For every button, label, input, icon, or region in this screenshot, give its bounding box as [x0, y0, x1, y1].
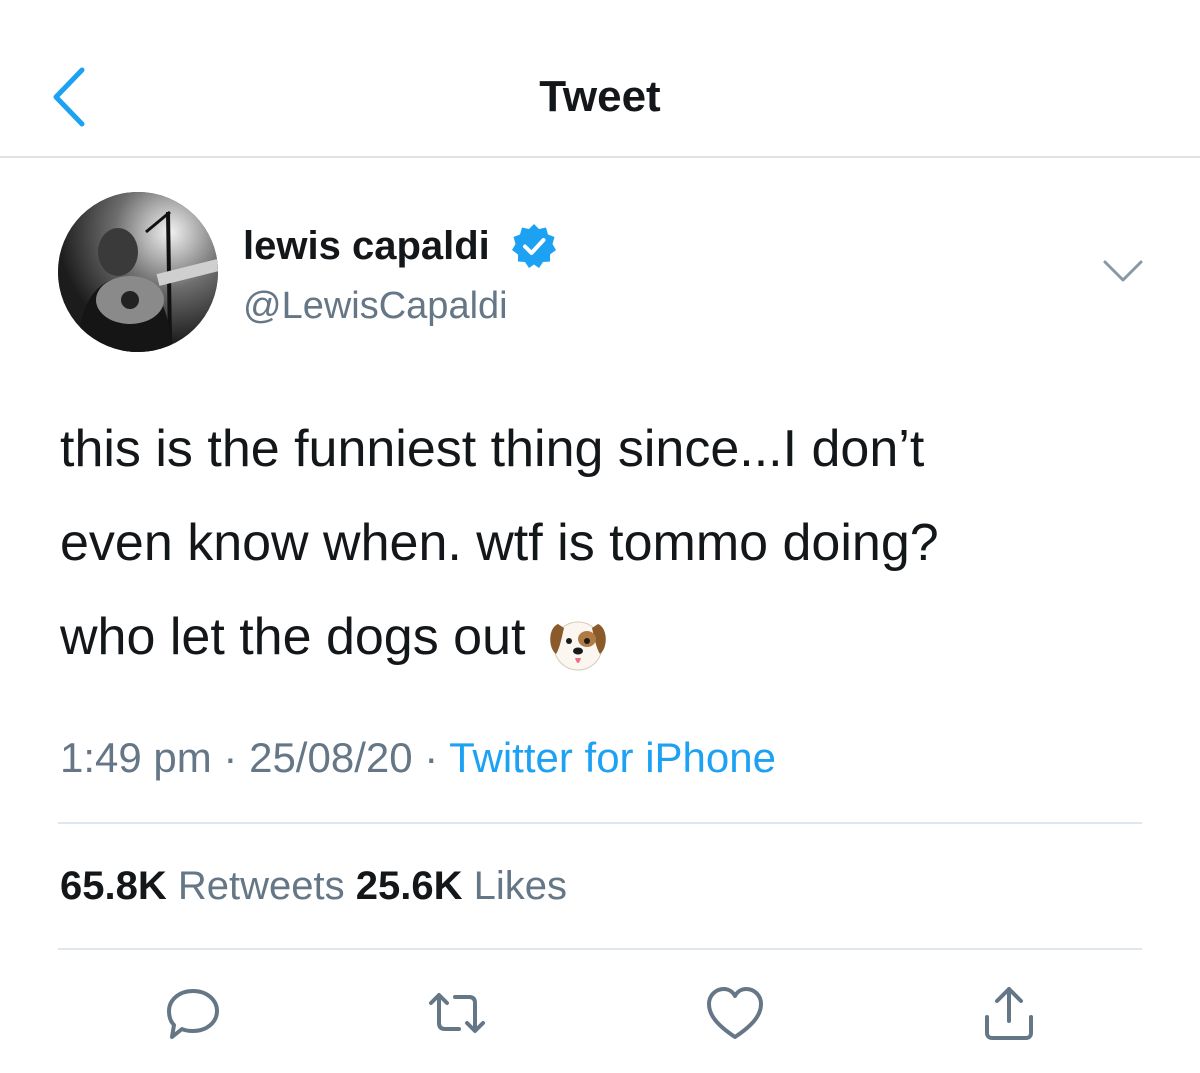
author-block[interactable]: lewis capaldi @LewisCapaldi	[243, 222, 558, 330]
divider	[58, 822, 1142, 824]
share-icon	[977, 981, 1041, 1050]
tweet-metadata: 1:49 pm · 25/08/20 · Twitter for iPhone	[60, 734, 776, 782]
top-navigation-bar: Tweet	[0, 0, 1200, 158]
dog-face-emoji-icon	[546, 610, 610, 671]
tweet-time: 1:49 pm	[60, 734, 212, 781]
divider	[58, 948, 1142, 950]
tweet-source-link[interactable]: Twitter for iPhone	[449, 734, 776, 781]
engagement-stats: 65.8K Retweets 25.6K Likes	[60, 864, 567, 909]
retweets-label: Retweets	[177, 864, 345, 908]
likes-count: 25.6K	[355, 864, 463, 908]
meta-separator: ·	[412, 734, 450, 781]
tweet-date: 25/08/20	[249, 734, 413, 781]
author-display-name[interactable]: lewis capaldi	[243, 222, 558, 270]
like-button[interactable]	[700, 980, 770, 1050]
avatar-photo	[58, 192, 218, 352]
meta-separator: ·	[211, 734, 250, 781]
tweet-text: this is the funniest thing since...I don…	[60, 402, 1160, 684]
page-title: Tweet	[539, 72, 661, 121]
reply-button[interactable]	[158, 980, 228, 1050]
reply-icon	[161, 981, 225, 1050]
action-bar	[0, 980, 1200, 1050]
avatar[interactable]	[58, 192, 218, 352]
author-handle: @LewisCapaldi	[243, 285, 508, 327]
retweets-stat[interactable]: 65.8K Retweets	[60, 864, 345, 908]
retweets-count: 65.8K	[60, 864, 167, 908]
share-button[interactable]	[974, 980, 1044, 1050]
retweet-button[interactable]	[422, 980, 492, 1050]
author-name-text: lewis capaldi	[243, 224, 490, 268]
retweet-icon	[425, 981, 489, 1050]
like-icon	[703, 981, 767, 1050]
verified-badge-icon	[510, 222, 558, 270]
likes-stat[interactable]: 25.6K Likes	[356, 864, 567, 908]
tweet-text-body: this is the funniest thing since...I don…	[60, 420, 939, 666]
likes-label: Likes	[473, 864, 568, 908]
caret-down-icon[interactable]	[1100, 255, 1146, 287]
